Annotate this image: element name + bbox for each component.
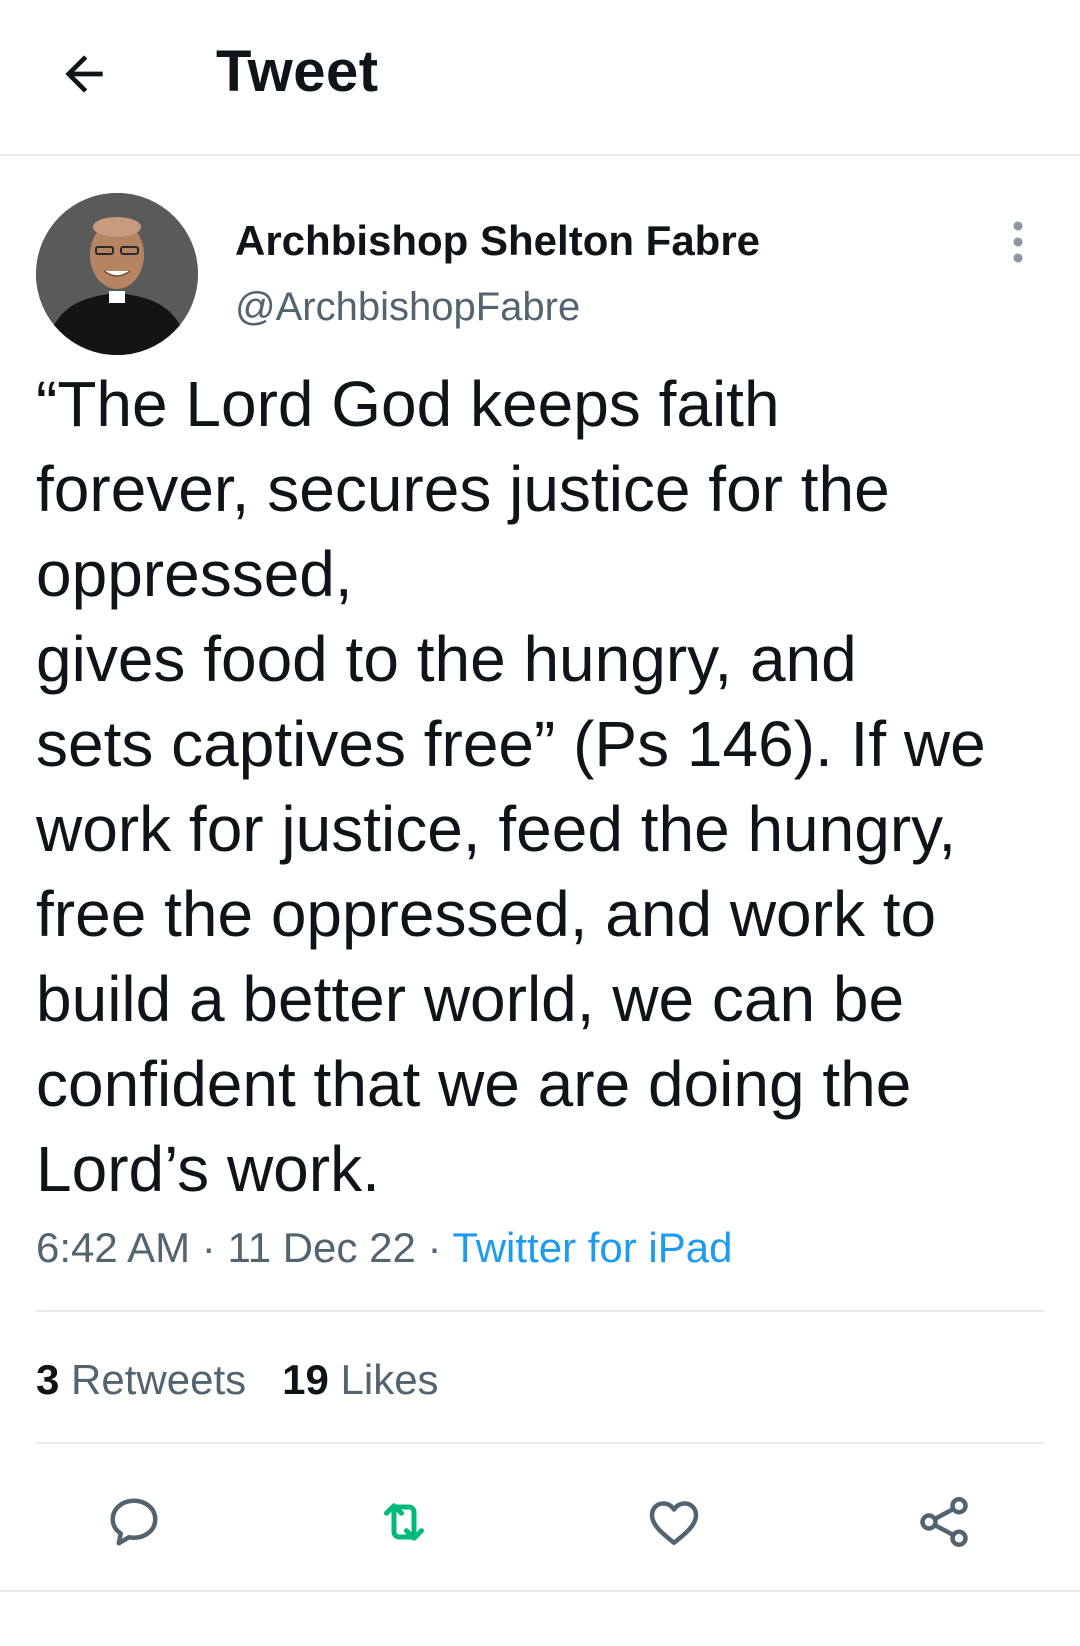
reply-button[interactable] bbox=[98, 1486, 170, 1558]
share-icon bbox=[920, 1497, 968, 1547]
tweet-text: “The Lord God keeps faith forever, secur… bbox=[36, 368, 986, 1205]
tweet-stats: 3 Retweets 19 Likes bbox=[36, 1356, 439, 1404]
meta-separator: · bbox=[427, 1224, 442, 1271]
avatar-image bbox=[36, 193, 198, 355]
author-name[interactable]: Archbishop Shelton Fabre bbox=[235, 217, 760, 265]
divider bbox=[36, 1310, 1044, 1312]
divider bbox=[36, 1442, 1044, 1444]
reply-icon bbox=[110, 1498, 158, 1546]
tweet-time[interactable]: 6:42 AM bbox=[36, 1224, 190, 1271]
more-vertical-icon bbox=[1013, 221, 1023, 263]
retweets-label: Retweets bbox=[71, 1356, 247, 1403]
top-bar: Tweet bbox=[0, 0, 1080, 156]
author-handle[interactable]: @ArchbishopFabre bbox=[235, 285, 580, 330]
page-title: Tweet bbox=[216, 39, 379, 104]
share-button[interactable] bbox=[908, 1486, 980, 1558]
likes-stat[interactable]: 19 Likes bbox=[282, 1356, 438, 1403]
likes-label: Likes bbox=[340, 1356, 439, 1403]
tweet-date[interactable]: 11 Dec 22 bbox=[227, 1224, 415, 1271]
tweet-source-link[interactable]: Twitter for iPad bbox=[452, 1224, 732, 1271]
like-icon bbox=[649, 1501, 699, 1545]
tweet-meta: 6:42 AM · 11 Dec 22 · Twitter for iPad bbox=[36, 1224, 733, 1272]
likes-count: 19 bbox=[282, 1356, 329, 1403]
like-button[interactable] bbox=[638, 1486, 710, 1558]
meta-separator: · bbox=[201, 1224, 216, 1271]
avatar[interactable] bbox=[36, 193, 198, 355]
retweet-icon bbox=[384, 1503, 424, 1541]
retweet-button[interactable] bbox=[368, 1486, 440, 1558]
divider bbox=[0, 1590, 1080, 1592]
arrow-left-icon bbox=[65, 55, 103, 93]
retweets-stat[interactable]: 3 Retweets bbox=[36, 1356, 246, 1403]
back-button[interactable] bbox=[52, 42, 116, 106]
retweets-count: 3 bbox=[36, 1356, 60, 1403]
more-options-button[interactable] bbox=[1000, 218, 1036, 266]
